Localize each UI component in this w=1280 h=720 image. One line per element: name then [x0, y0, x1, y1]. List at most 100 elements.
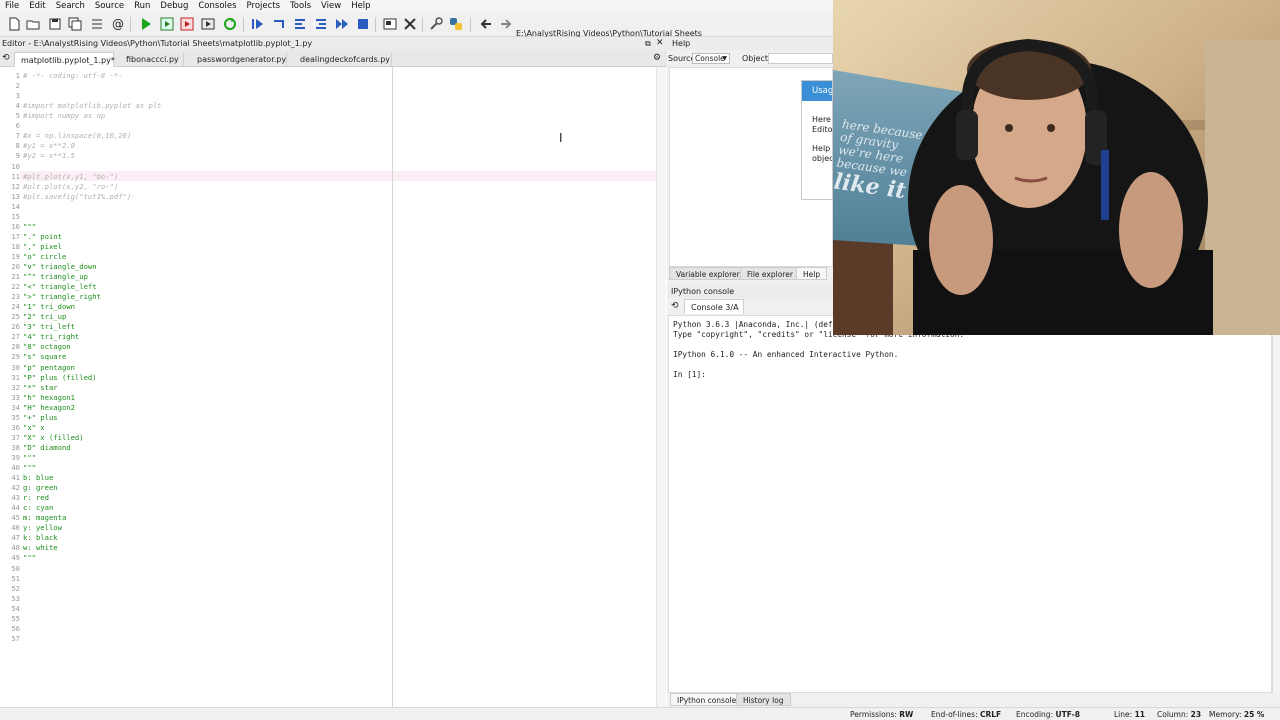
open-folder-icon[interactable] [25, 16, 41, 32]
code-line: #y1 = x**2.0 [23, 141, 75, 151]
menu-view[interactable]: View [316, 1, 346, 11]
line-number: 10 [11, 161, 20, 171]
save-all-icon[interactable] [67, 16, 83, 32]
tab-history-log[interactable]: History log [736, 693, 791, 706]
menu-projects[interactable]: Projects [242, 1, 286, 11]
code-line: "v" triangle_down [23, 262, 97, 271]
line-number: 53 [11, 593, 20, 603]
console-scrollbar[interactable] [1272, 315, 1280, 693]
text-cursor-icon: I [559, 131, 563, 145]
gear-icon[interactable]: ⚙ [653, 53, 661, 63]
list-icon[interactable] [89, 16, 105, 32]
new-file-icon[interactable] [6, 16, 22, 32]
browse-tabs-icon[interactable]: ⟲ [2, 53, 10, 63]
line-number: 13 [11, 191, 20, 201]
line-number: 21 [11, 272, 20, 281]
menu-file[interactable]: File [0, 1, 24, 11]
fullscreen-icon[interactable] [402, 16, 418, 32]
code-line: "," pixel [23, 241, 62, 251]
browse-tabs-icon[interactable]: ⟲ [671, 301, 679, 311]
line-number: 47 [11, 533, 20, 543]
code-line: """ [23, 553, 36, 563]
tab-console-3a[interactable]: Console 3/A✕ [684, 299, 744, 327]
help-source-select[interactable]: Console ▼ [692, 53, 730, 64]
line-number: 11 [11, 171, 20, 181]
tab-matplotlib-pyplot[interactable]: matplotlib.pyplot_1.py*✕ [14, 52, 115, 80]
preferences-wrench-icon[interactable] [428, 16, 444, 32]
line-number-gutter: 1 2 3 4 5 6 7 8 9 10 11 12 13 14 15 16 17 18 19 20 21 22 23 24 2… [0, 67, 20, 707]
tab-fibonaccci[interactable]: fibonaccci.py✕ [120, 52, 184, 79]
step-icon[interactable] [271, 16, 287, 32]
tab-file-explorer[interactable]: File explorer [740, 267, 800, 280]
editor-scrollbar[interactable] [656, 67, 666, 707]
line-number: 3 [15, 91, 20, 101]
debug-icon[interactable] [249, 16, 265, 32]
close-pane-icon[interactable]: ✕ [656, 38, 664, 48]
code-line: "3" tri_left [23, 322, 75, 332]
code-line: "<" triangle_left [23, 282, 97, 292]
run-cell-icon[interactable] [159, 16, 175, 32]
menu-tools[interactable]: Tools [285, 1, 316, 11]
tab-dealingdeckofcards[interactable]: dealingdeckofcards.py✕ [294, 52, 392, 79]
status-encoding: Encoding: UTF-8 [1016, 710, 1080, 719]
rerun-icon[interactable] [222, 16, 238, 32]
python-path-icon[interactable] [448, 16, 464, 32]
line-number: 30 [11, 362, 20, 372]
status-eol: End-of-lines: CRLF [931, 710, 1002, 719]
save-icon[interactable] [47, 16, 63, 32]
tab-help[interactable]: Help [796, 267, 828, 280]
step-return-icon[interactable] [313, 16, 329, 32]
code-line: #x = np.linspace(0,10,20) [23, 131, 132, 141]
line-number: 8 [15, 141, 20, 151]
status-memory: Memory: 25 % [1209, 710, 1265, 719]
step-into-icon[interactable] [292, 16, 308, 32]
run-cell-advance-icon[interactable] [179, 16, 195, 32]
menu-search[interactable]: Search [51, 1, 90, 11]
undock-icon[interactable]: ⧉ [645, 39, 651, 49]
status-bar: Permissions: RW End-of-lines: CRLF Encod… [0, 707, 1280, 720]
menu-debug[interactable]: Debug [155, 1, 193, 11]
help-object-input[interactable] [768, 53, 833, 64]
code-line: "+" plus [23, 412, 58, 422]
line-number: 7 [15, 131, 20, 141]
code-line: "1" tri_down [23, 302, 75, 312]
forward-arrow-icon[interactable] [498, 16, 514, 32]
ipython-console[interactable]: Python 3.6.3 |Anaconda, Inc.| (default, … [668, 315, 1272, 693]
line-number: 44 [11, 503, 20, 513]
line-number: 2 [15, 81, 20, 91]
tab-ipython-console[interactable]: IPython console [670, 693, 744, 706]
menu-source[interactable]: Source [90, 1, 129, 11]
menu-help[interactable]: Help [346, 1, 375, 11]
run-icon[interactable] [138, 16, 154, 32]
code-line: """ [23, 463, 36, 472]
continue-icon[interactable] [334, 16, 350, 32]
help-object-label: Object [742, 54, 769, 63]
tab-passwordgenerator[interactable]: passwordgenerator.py✕ [191, 52, 287, 79]
help-pane-tabs: Variable explorer File explorer Help [668, 267, 833, 281]
maximize-pane-icon[interactable] [382, 16, 398, 32]
back-arrow-icon[interactable] [478, 16, 494, 32]
line-number: 4 [15, 101, 20, 111]
code-editor[interactable]: 1 2 3 4 5 6 7 8 9 10 11 12 13 14 15 16 17 18 19 20 21 22 23 24 2… [0, 67, 667, 707]
code-line: #import numpy as np [23, 111, 106, 121]
line-number: 6 [15, 121, 20, 131]
tab-variable-explorer[interactable]: Variable explorer [669, 267, 747, 280]
run-selection-icon[interactable] [200, 16, 216, 32]
code-line: #y2 = x**1.5 [23, 151, 75, 161]
code-line: "^" triangle_up [23, 272, 88, 281]
menu-consoles[interactable]: Consoles [193, 1, 241, 11]
code-line: "H" hexagon2 [23, 402, 75, 412]
stop-icon[interactable] [355, 16, 371, 32]
code-line: "4" tri_right [23, 332, 80, 342]
menu-edit[interactable]: Edit [24, 1, 50, 11]
line-number: 5 [15, 111, 20, 121]
tab-label: Console 3/A [691, 303, 739, 312]
line-number: 43 [11, 493, 20, 503]
line-number: 36 [11, 422, 20, 432]
tab-label: dealingdeckofcards.py [300, 55, 391, 64]
line-number: 31 [11, 372, 20, 382]
help-source-value: Console [695, 54, 725, 63]
code-line: r: red [23, 493, 49, 503]
menu-run[interactable]: Run [129, 1, 155, 11]
at-icon[interactable]: @ [110, 16, 126, 32]
